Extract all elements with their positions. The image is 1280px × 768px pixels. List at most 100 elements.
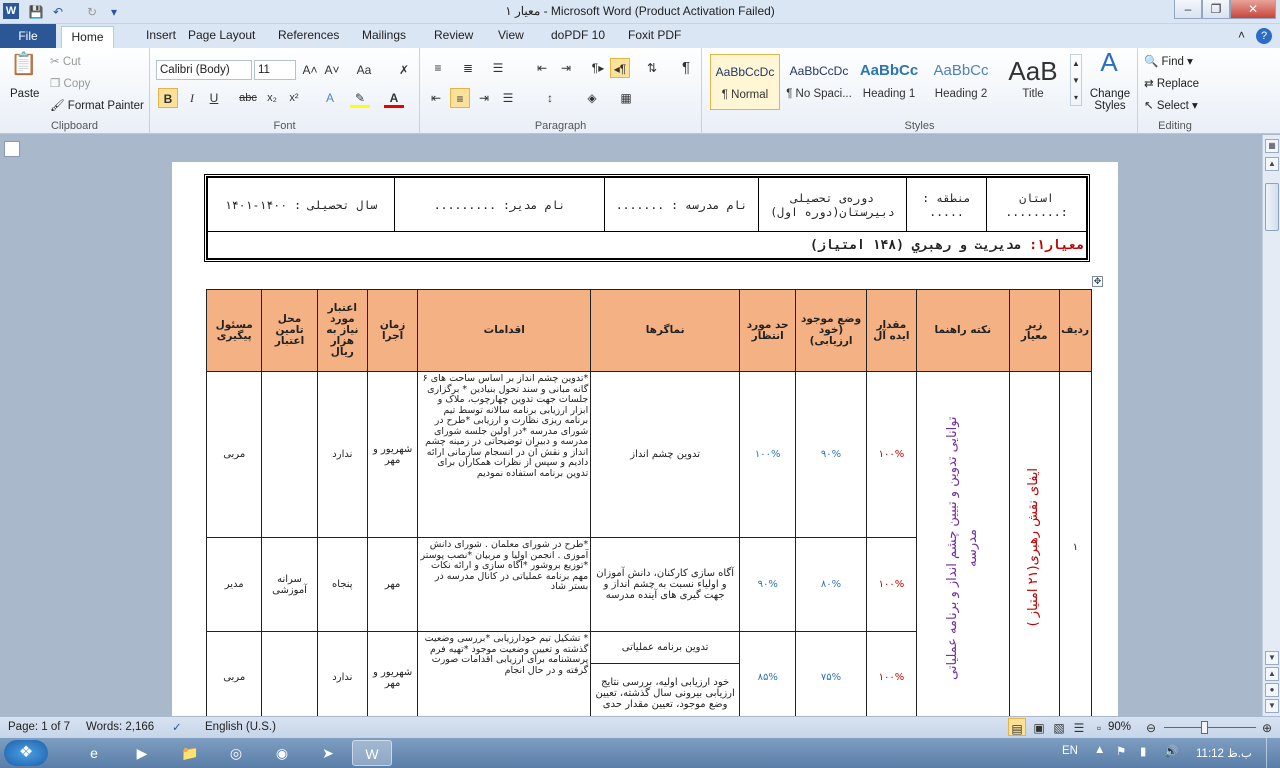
align-right-icon[interactable]: ⇥ bbox=[474, 88, 494, 108]
header-current[interactable]: وضع موجود (خود ارزیابی) bbox=[795, 289, 867, 372]
guide-note-cell[interactable]: توانایی تدوین و تبیین چشم انداز و برنامه… bbox=[916, 371, 1010, 716]
language-indicator[interactable]: English (U.S.) bbox=[205, 721, 276, 733]
line-spacing-icon[interactable]: ↕ bbox=[540, 88, 560, 108]
sort-icon[interactable]: ⇅ bbox=[642, 58, 662, 78]
time-cell[interactable]: مهر bbox=[366, 537, 419, 632]
source-cell[interactable] bbox=[261, 631, 318, 716]
subscript-icon[interactable]: x₂ bbox=[262, 88, 282, 108]
rtl-icon[interactable]: ◂¶ bbox=[610, 58, 630, 78]
telegram-icon[interactable]: ➤ bbox=[308, 740, 348, 766]
action-center-icon[interactable]: ⚑ bbox=[1116, 744, 1126, 758]
zoom-in-icon[interactable]: ⊕ bbox=[1258, 718, 1276, 736]
justify-icon[interactable]: ☰ bbox=[498, 88, 518, 108]
underline-icon[interactable]: U bbox=[204, 88, 224, 108]
style-heading-1[interactable]: AaBbCc Heading 1 bbox=[854, 54, 924, 110]
source-cell[interactable] bbox=[261, 371, 318, 538]
expected-cell[interactable]: ۱۰۰% bbox=[739, 371, 797, 538]
paste-button[interactable]: Paste bbox=[10, 88, 39, 100]
previous-page-icon[interactable]: ▲ bbox=[1265, 667, 1279, 681]
expected-cell[interactable]: ۸۵% bbox=[739, 631, 797, 716]
scroll-thumb[interactable] bbox=[1265, 183, 1279, 231]
select-browse-object-icon[interactable]: ● bbox=[1265, 683, 1279, 697]
header-expected[interactable]: حد مورد انتظار bbox=[739, 289, 797, 372]
header-ideal[interactable]: مقدار ایده آل bbox=[865, 289, 918, 372]
tab-mailings[interactable]: Mailings bbox=[362, 28, 406, 42]
indicator-cell[interactable]: خود ارزیابی اولیه، بررسی نتایج ارزیابی ب… bbox=[590, 663, 741, 716]
numbering-icon[interactable]: ≣ bbox=[458, 58, 478, 78]
time-cell[interactable]: شهریور و مهر bbox=[366, 631, 419, 716]
document-page[interactable]: استان :........ منطقه : ..... دوره‌ی تحص… bbox=[172, 162, 1118, 716]
word-taskbar-icon[interactable]: W bbox=[352, 740, 392, 766]
align-left-icon[interactable]: ⇤ bbox=[426, 88, 446, 108]
tab-insert[interactable]: Insert bbox=[146, 28, 176, 42]
find-button[interactable]: 🔍 Find ▾ bbox=[1144, 54, 1193, 68]
word-count[interactable]: Words: 2,166 bbox=[86, 721, 154, 733]
header-row-number[interactable]: ردیف bbox=[1058, 289, 1093, 372]
vertical-scrollbar[interactable]: ▦ ▲ ▼ ▲ ● ▼ bbox=[1262, 135, 1280, 716]
ie-icon[interactable]: e bbox=[74, 740, 114, 766]
responsible-cell[interactable]: مربی bbox=[205, 371, 263, 538]
font-size-combo[interactable]: 11 bbox=[254, 60, 296, 80]
chrome-icon[interactable]: ◎ bbox=[216, 740, 256, 766]
zoom-slider-thumb[interactable] bbox=[1201, 721, 1208, 734]
change-styles-icon[interactable]: A bbox=[1094, 49, 1124, 82]
year-field[interactable]: سال تحصیلی : ۱۴۰۰-۱۴۰۱ bbox=[207, 177, 395, 232]
select-button[interactable]: ↖ Select ▾ bbox=[1144, 98, 1198, 112]
current-cell[interactable]: ۸۰% bbox=[795, 537, 867, 632]
italic-icon[interactable]: I bbox=[182, 88, 202, 108]
decrease-indent-icon[interactable]: ⇤ bbox=[532, 58, 552, 78]
cut-button[interactable]: ✂ Cut bbox=[50, 54, 81, 68]
ruler-toggle-icon[interactable]: ▦ bbox=[1265, 139, 1279, 153]
header-indicators[interactable]: نماگرها bbox=[590, 289, 741, 372]
start-button[interactable]: ❖ bbox=[4, 740, 48, 766]
explorer-icon[interactable]: 📁 bbox=[170, 740, 210, 766]
scroll-down-icon[interactable]: ▼ bbox=[1265, 651, 1279, 665]
ltr-icon[interactable]: ¶▸ bbox=[588, 58, 608, 78]
tab-dopdf[interactable]: doPDF 10 bbox=[551, 28, 605, 42]
header-responsible[interactable]: مسئول پیگیری bbox=[205, 289, 263, 372]
zoom-level[interactable]: 90% bbox=[1108, 721, 1131, 733]
style-normal[interactable]: AaBbCcDc ¶ Normal bbox=[710, 54, 780, 110]
style-no-spacing[interactable]: AaBbCcDc ¶ No Spaci... bbox=[784, 54, 854, 110]
credit-cell[interactable]: پنجاه bbox=[316, 537, 368, 632]
zoom-slider[interactable] bbox=[1164, 727, 1256, 728]
credit-cell[interactable]: ندارد bbox=[316, 631, 368, 716]
align-center-icon[interactable]: ≡ bbox=[450, 88, 470, 108]
change-styles-button[interactable]: Change Styles bbox=[1088, 88, 1132, 112]
shrink-font-icon[interactable]: A˅ bbox=[322, 60, 342, 80]
clear-formatting-icon[interactable]: ✗ bbox=[394, 60, 414, 80]
next-page-icon[interactable]: ▼ bbox=[1265, 699, 1279, 713]
network-icon[interactable]: ▮ bbox=[1140, 744, 1146, 758]
styles-scroll-icon[interactable]: ▲ ▼ ▾ bbox=[1070, 54, 1082, 106]
multilevel-list-icon[interactable]: ☰ bbox=[488, 58, 508, 78]
media-player-icon[interactable]: ▶ bbox=[122, 740, 162, 766]
borders-icon[interactable]: ▦ bbox=[616, 88, 636, 108]
minimize-button[interactable]: – bbox=[1174, 0, 1202, 19]
change-case-icon[interactable]: Aa bbox=[354, 60, 374, 80]
clock[interactable]: 11:12 ب.ظ bbox=[1196, 746, 1252, 760]
indicator-cell[interactable]: تدوین چشم انداز bbox=[590, 371, 741, 538]
time-cell[interactable]: شهریور و مهر bbox=[366, 371, 419, 538]
tab-page-layout[interactable]: Page Layout bbox=[188, 28, 255, 42]
header-credit[interactable]: اعتبار مورد نیاز به هزار ریال bbox=[316, 289, 368, 372]
source-cell[interactable]: سرانه آموزشی bbox=[261, 537, 318, 632]
table-move-handle-icon[interactable]: ✥ bbox=[1092, 276, 1103, 287]
web-layout-icon[interactable]: ▧ bbox=[1050, 718, 1068, 736]
row-number-cell[interactable]: ۱ bbox=[1058, 371, 1093, 716]
header-time[interactable]: زمان اجرا bbox=[366, 289, 419, 372]
scroll-up-icon[interactable]: ▲ bbox=[1265, 157, 1279, 171]
header-guide-note[interactable]: نکته راهنما bbox=[916, 289, 1010, 372]
province-field[interactable]: استان :........ bbox=[986, 177, 1087, 232]
proofing-icon[interactable]: ✓ bbox=[172, 720, 182, 734]
show-desktop-button[interactable] bbox=[1266, 738, 1280, 768]
increase-indent-icon[interactable]: ⇥ bbox=[556, 58, 576, 78]
show-marks-icon[interactable]: ¶ bbox=[676, 58, 696, 78]
header-sub-criterion[interactable]: زیر معیار bbox=[1008, 289, 1060, 372]
grow-font-icon[interactable]: A˄ bbox=[300, 60, 320, 80]
ideal-cell[interactable]: ۱۰۰% bbox=[865, 371, 918, 538]
copy-button[interactable]: ❐ Copy bbox=[50, 76, 90, 90]
credit-cell[interactable]: ندارد bbox=[316, 371, 368, 538]
zoom-out-icon[interactable]: ⊖ bbox=[1142, 718, 1160, 736]
text-effects-icon[interactable]: A bbox=[320, 88, 340, 108]
font-name-combo[interactable]: Calibri (Body) bbox=[156, 60, 252, 80]
